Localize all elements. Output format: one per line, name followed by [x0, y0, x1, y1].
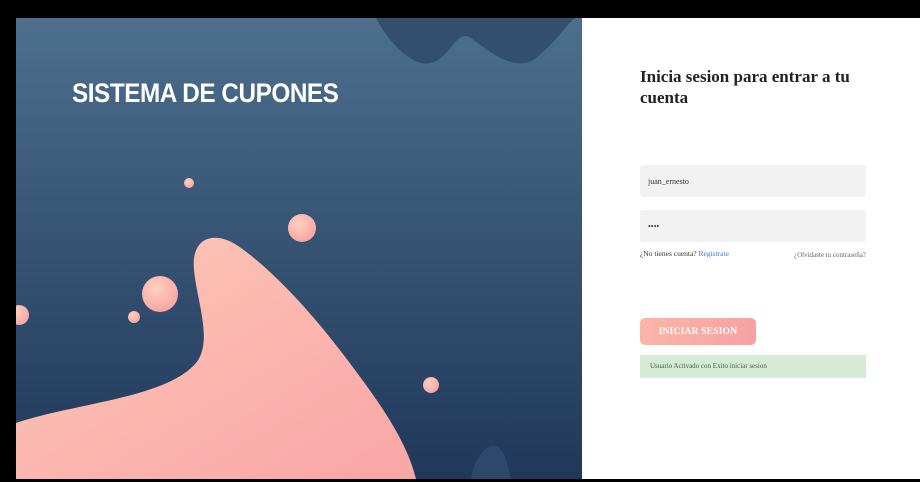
- pink-bubble: [423, 377, 439, 393]
- password-field-wrapper: [640, 210, 866, 242]
- login-button[interactable]: INICIAR SESION: [640, 318, 756, 345]
- pink-wave-blob: [16, 237, 416, 479]
- success-alert: Usuario Activado con Exito iniciar sesio…: [640, 355, 866, 378]
- pink-bubble: [142, 276, 178, 312]
- pink-bubble: [184, 178, 194, 188]
- no-account-text: ¿No tienes cuenta?: [640, 249, 697, 258]
- login-heading: Inicia sesion para entrar a tu cuenta: [640, 67, 850, 107]
- hero-panel: SISTEMA DE CUPONES: [16, 18, 582, 479]
- pink-bubble: [16, 305, 29, 325]
- pink-bubble: [128, 311, 140, 323]
- register-link[interactable]: Registrate: [699, 249, 729, 258]
- app-window: SISTEMA DE CUPONES Inicia sesion para en…: [16, 18, 920, 479]
- forgot-password-link[interactable]: ¿Olvidaste tu contraseña?: [794, 251, 866, 259]
- brand-title: SISTEMA DE CUPONES: [72, 78, 339, 108]
- password-input[interactable]: [640, 210, 866, 242]
- username-field-wrapper: [640, 165, 866, 197]
- dark-blue-blob-bottom: [471, 445, 511, 479]
- pink-bubble: [288, 214, 316, 242]
- register-row: ¿No tienes cuenta? Registrate: [640, 249, 729, 258]
- dark-blue-blob-top: [376, 18, 576, 64]
- username-input[interactable]: [640, 165, 866, 197]
- login-panel: Inicia sesion para entrar a tu cuenta ¿N…: [582, 18, 920, 479]
